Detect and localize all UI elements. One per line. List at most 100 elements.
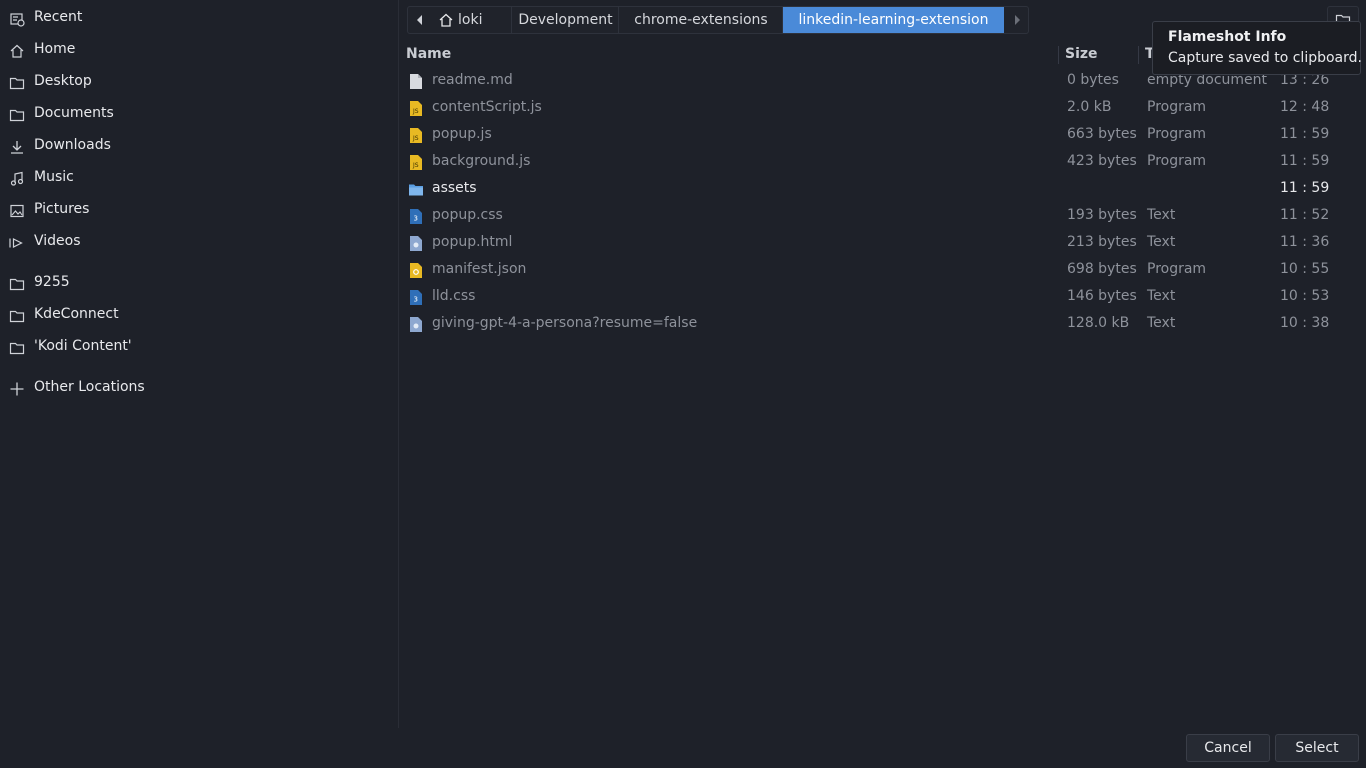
json-file-icon bbox=[410, 263, 422, 278]
sidebar-item-videos[interactable]: Videos bbox=[0, 227, 399, 257]
file-size: 663 bytes bbox=[1067, 126, 1137, 142]
html-file-icon bbox=[410, 236, 422, 251]
js-file-icon: JS bbox=[410, 101, 422, 116]
sidebar-item-music[interactable]: Music bbox=[0, 163, 399, 193]
file-type: Program bbox=[1147, 126, 1207, 142]
column-header-name[interactable]: Name bbox=[406, 40, 451, 69]
path-scroll-left-button[interactable] bbox=[408, 7, 432, 33]
sidebar-item-desktop[interactable]: Desktop bbox=[0, 67, 399, 97]
js-file-icon: JS bbox=[410, 155, 422, 170]
svg-text:3: 3 bbox=[414, 296, 418, 304]
sidebar-item-kodi-content[interactable]: 'Kodi Content' bbox=[0, 332, 399, 362]
file-type: Program bbox=[1147, 261, 1207, 277]
file-name: manifest.json bbox=[432, 261, 527, 277]
file-type: Program bbox=[1147, 153, 1207, 169]
sidebar-item-documents[interactable]: Documents bbox=[0, 99, 399, 129]
file-row[interactable]: giving-gpt-4-a-persona?resume=false 128.… bbox=[400, 311, 1366, 338]
file-row[interactable]: manifest.json 698 bytes Program 10 : 55 bbox=[400, 257, 1366, 284]
sidebar-item-label: Music bbox=[34, 169, 74, 185]
text-file-icon bbox=[410, 74, 422, 89]
file-row[interactable]: JS contentScript.js 2.0 kB Program 12 : … bbox=[400, 95, 1366, 122]
file-modified: 11 : 59 bbox=[1280, 126, 1330, 142]
svg-text:JS: JS bbox=[412, 135, 419, 142]
breadcrumb-label: chrome-extensions bbox=[634, 12, 768, 28]
file-row[interactable]: popup.html 213 bytes Text 11 : 36 bbox=[400, 230, 1366, 257]
sidebar-item-9255[interactable]: 9255 bbox=[0, 268, 399, 298]
sidebar-item-label: Documents bbox=[34, 105, 114, 121]
breadcrumb-development[interactable]: Development bbox=[512, 7, 619, 33]
sidebar-item-pictures[interactable]: Pictures bbox=[0, 195, 399, 225]
file-modified: 10 : 55 bbox=[1280, 261, 1330, 277]
sidebar-item-recent[interactable]: Recent bbox=[0, 3, 399, 33]
download-icon bbox=[11, 141, 23, 154]
cancel-button[interactable]: Cancel bbox=[1186, 734, 1270, 762]
places-sidebar: Recent Home Desktop Documents Downloads … bbox=[0, 0, 399, 728]
select-button[interactable]: Select bbox=[1275, 734, 1359, 762]
sidebar-item-kdeconnect[interactable]: KdeConnect bbox=[0, 300, 399, 330]
folder-icon bbox=[9, 109, 25, 122]
html-file-icon bbox=[410, 317, 422, 332]
video-icon bbox=[9, 238, 23, 248]
flameshot-notification-tooltip: Flameshot Info Capture saved to clipboar… bbox=[1152, 21, 1362, 75]
sidebar-item-other-locations[interactable]: Other Locations bbox=[0, 373, 399, 403]
recent-icon bbox=[10, 13, 25, 27]
file-type: Text bbox=[1147, 315, 1176, 331]
file-row[interactable]: 3 lld.css 146 bytes Text 10 : 53 bbox=[400, 284, 1366, 311]
file-size: 128.0 kB bbox=[1067, 315, 1130, 331]
css-file-icon: 3 bbox=[410, 209, 422, 224]
column-divider bbox=[1138, 46, 1139, 64]
js-file-icon: JS bbox=[410, 128, 422, 143]
folder-icon bbox=[409, 184, 423, 196]
css-file-icon: 3 bbox=[410, 290, 422, 305]
file-row[interactable]: JS background.js 423 bytes Program 11 : … bbox=[400, 149, 1366, 176]
picture-icon bbox=[10, 204, 24, 218]
music-icon bbox=[10, 171, 24, 186]
file-name: lld.css bbox=[432, 288, 476, 304]
file-modified: 11 : 59 bbox=[1280, 153, 1330, 169]
column-divider bbox=[1058, 46, 1059, 64]
file-type: Text bbox=[1147, 207, 1176, 223]
file-size: 423 bytes bbox=[1067, 153, 1137, 169]
file-row[interactable]: JS popup.js 663 bytes Program 11 : 59 bbox=[400, 122, 1366, 149]
path-bar: loki Development chrome-extensions linke… bbox=[407, 6, 1029, 34]
sidebar-item-label: Home bbox=[34, 41, 76, 57]
file-name: giving-gpt-4-a-persona?resume=false bbox=[432, 315, 698, 331]
folder-icon bbox=[9, 342, 25, 355]
file-size: 146 bytes bbox=[1067, 288, 1137, 304]
plus-icon bbox=[10, 382, 24, 396]
dialog-footer bbox=[0, 728, 1366, 768]
tooltip-message: Capture saved to clipboard. bbox=[1168, 50, 1362, 66]
file-name: popup.html bbox=[432, 234, 513, 250]
file-size: 193 bytes bbox=[1067, 207, 1137, 223]
home-icon bbox=[439, 13, 453, 27]
breadcrumb-linkedin-learning-extension[interactable]: linkedin-learning-extension bbox=[783, 7, 1004, 33]
file-name: contentScript.js bbox=[432, 99, 542, 115]
file-modified: 11 : 36 bbox=[1280, 234, 1330, 250]
sidebar-item-label: Desktop bbox=[34, 73, 92, 89]
file-type: Text bbox=[1147, 288, 1176, 304]
sidebar-item-label: 'Kodi Content' bbox=[34, 338, 132, 354]
file-name: readme.md bbox=[432, 72, 513, 88]
file-type: Program bbox=[1147, 99, 1207, 115]
home-icon bbox=[10, 44, 24, 58]
file-size: 213 bytes bbox=[1067, 234, 1137, 250]
file-row[interactable]: 3 popup.css 193 bytes Text 11 : 52 bbox=[400, 203, 1366, 230]
breadcrumb-home[interactable]: loki bbox=[432, 7, 512, 33]
sidebar-item-label: Downloads bbox=[34, 137, 111, 153]
breadcrumb-chrome-extensions[interactable]: chrome-extensions bbox=[619, 7, 783, 33]
breadcrumb-label: loki bbox=[458, 12, 483, 28]
path-scroll-right-button[interactable] bbox=[1005, 7, 1029, 33]
svg-text:JS: JS bbox=[412, 108, 419, 115]
sidebar-item-home[interactable]: Home bbox=[0, 35, 399, 65]
file-name: popup.css bbox=[432, 207, 503, 223]
column-header-size[interactable]: Size bbox=[1065, 40, 1098, 69]
sidebar-item-downloads[interactable]: Downloads bbox=[0, 131, 399, 161]
file-modified: 10 : 53 bbox=[1280, 288, 1330, 304]
file-row[interactable]: assets 11 : 59 bbox=[400, 176, 1366, 203]
sidebar-item-label: Pictures bbox=[34, 201, 90, 217]
file-modified: 11 : 59 bbox=[1280, 180, 1330, 196]
tooltip-title: Flameshot Info bbox=[1168, 29, 1287, 45]
folder-icon bbox=[9, 310, 25, 323]
file-modified: 10 : 38 bbox=[1280, 315, 1330, 331]
sidebar-item-label: Other Locations bbox=[34, 379, 145, 395]
